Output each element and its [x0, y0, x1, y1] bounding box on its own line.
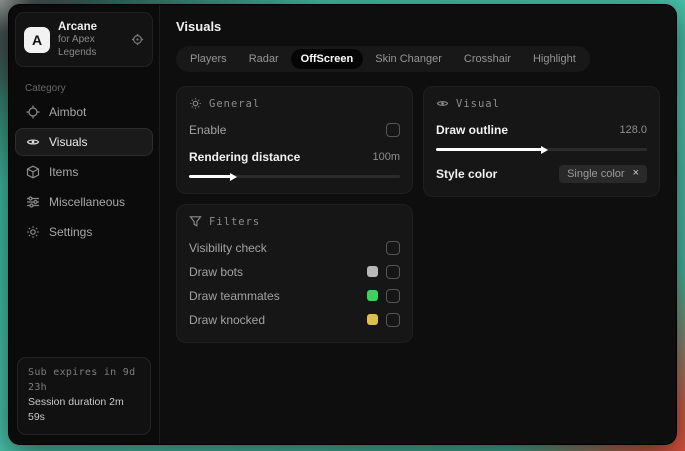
- tab-crosshair[interactable]: Crosshair: [454, 49, 521, 69]
- rendering-distance-slider[interactable]: [189, 171, 400, 181]
- sidebar-nav: Aimbot Visuals Items Miscellaneous Setti…: [9, 98, 159, 246]
- tab-offscreen[interactable]: OffScreen: [290, 49, 364, 69]
- filters-panel-title: Filters: [209, 215, 261, 228]
- page-title: Visuals: [176, 19, 222, 34]
- category-label: Category: [25, 83, 66, 95]
- session-duration-text: Session duration 2m 59s: [28, 395, 124, 424]
- general-panel: General Enable Rendering distance 100m: [176, 86, 413, 194]
- sun-gear-icon: [189, 97, 202, 110]
- sidebar-item-miscellaneous[interactable]: Miscellaneous: [15, 188, 153, 216]
- draw-outline-value: 128.0: [619, 123, 647, 136]
- visibility-check-checkbox[interactable]: [386, 240, 400, 255]
- app-window: A Arcane for Apex Legends Category Aimbo…: [8, 4, 677, 445]
- sub-expires-text: Sub expires in 9d 23h: [28, 366, 136, 393]
- general-panel-title: General: [209, 97, 261, 110]
- sidebar-item-label: Aimbot: [49, 105, 87, 120]
- draw-outline-slider[interactable]: [436, 144, 647, 154]
- tab-players[interactable]: Players: [180, 49, 237, 69]
- app-logo: A: [24, 26, 50, 53]
- rendering-distance-label: Rendering distance: [189, 149, 301, 164]
- sidebar-item-items[interactable]: Items: [15, 158, 153, 186]
- app-name: Arcane: [58, 21, 97, 33]
- slider-fill: [436, 148, 542, 151]
- enable-label: Enable: [189, 122, 227, 137]
- sidebar: A Arcane for Apex Legends Category Aimbo…: [9, 5, 160, 444]
- draw-teammates-label: Draw teammates: [189, 288, 280, 303]
- pin-icon[interactable]: [131, 33, 144, 46]
- session-card: Sub expires in 9d 23h Session duration 2…: [17, 356, 151, 435]
- draw-outline-label: Draw outline: [436, 122, 509, 137]
- sidebar-item-label: Miscellaneous: [49, 195, 126, 210]
- sidebar-item-visuals[interactable]: Visuals: [15, 128, 153, 157]
- sidebar-item-label: Visuals: [49, 135, 88, 150]
- enable-checkbox[interactable]: [386, 122, 400, 137]
- sidebar-item-settings[interactable]: Settings: [15, 218, 153, 246]
- sliders-icon: [26, 195, 40, 209]
- style-color-label: Style color: [436, 166, 498, 181]
- cube-icon: [26, 165, 40, 179]
- clear-icon[interactable]: ×: [633, 168, 639, 179]
- draw-knocked-label: Draw knocked: [189, 312, 266, 327]
- rendering-distance-value: 100m: [372, 150, 400, 163]
- funnel-icon: [189, 215, 202, 228]
- eye-icon: [436, 97, 449, 110]
- draw-knocked-checkbox[interactable]: [386, 312, 400, 327]
- tab-bar: Players Radar OffScreen Skin Changer Cro…: [176, 46, 590, 72]
- draw-teammates-checkbox[interactable]: [386, 288, 400, 303]
- visual-panel-title: Visual: [456, 97, 500, 110]
- sidebar-item-aimbot[interactable]: Aimbot: [15, 98, 153, 126]
- app-subtitle: for Apex Legends: [58, 34, 97, 58]
- logo-card: A Arcane for Apex Legends: [15, 12, 153, 68]
- filters-panel: Filters Visibility check Draw bots Draw …: [176, 204, 413, 343]
- main-area: Visuals Players Radar OffScreen Skin Cha…: [160, 5, 676, 444]
- style-color-select[interactable]: Single color ×: [559, 164, 647, 183]
- sidebar-item-label: Items: [49, 165, 79, 180]
- draw-bots-label: Draw bots: [189, 264, 244, 279]
- draw-bots-checkbox[interactable]: [386, 264, 400, 279]
- slider-fill: [189, 175, 232, 178]
- tab-skin-changer[interactable]: Skin Changer: [365, 49, 452, 69]
- crosshair-icon: [26, 105, 40, 119]
- visibility-check-label: Visibility check: [189, 240, 267, 255]
- tab-radar[interactable]: Radar: [239, 49, 289, 69]
- draw-bots-color-swatch[interactable]: [367, 266, 378, 277]
- style-color-selected-value: Single color: [567, 167, 625, 180]
- sidebar-item-label: Settings: [49, 225, 93, 240]
- draw-teammates-color-swatch[interactable]: [367, 290, 378, 301]
- visual-panel: Visual Draw outline 128.0 Style color Si…: [423, 86, 660, 197]
- eye-scan-icon: [26, 135, 40, 149]
- draw-knocked-color-swatch[interactable]: [367, 314, 378, 325]
- tab-highlight[interactable]: Highlight: [523, 49, 586, 69]
- gear-icon: [26, 225, 40, 239]
